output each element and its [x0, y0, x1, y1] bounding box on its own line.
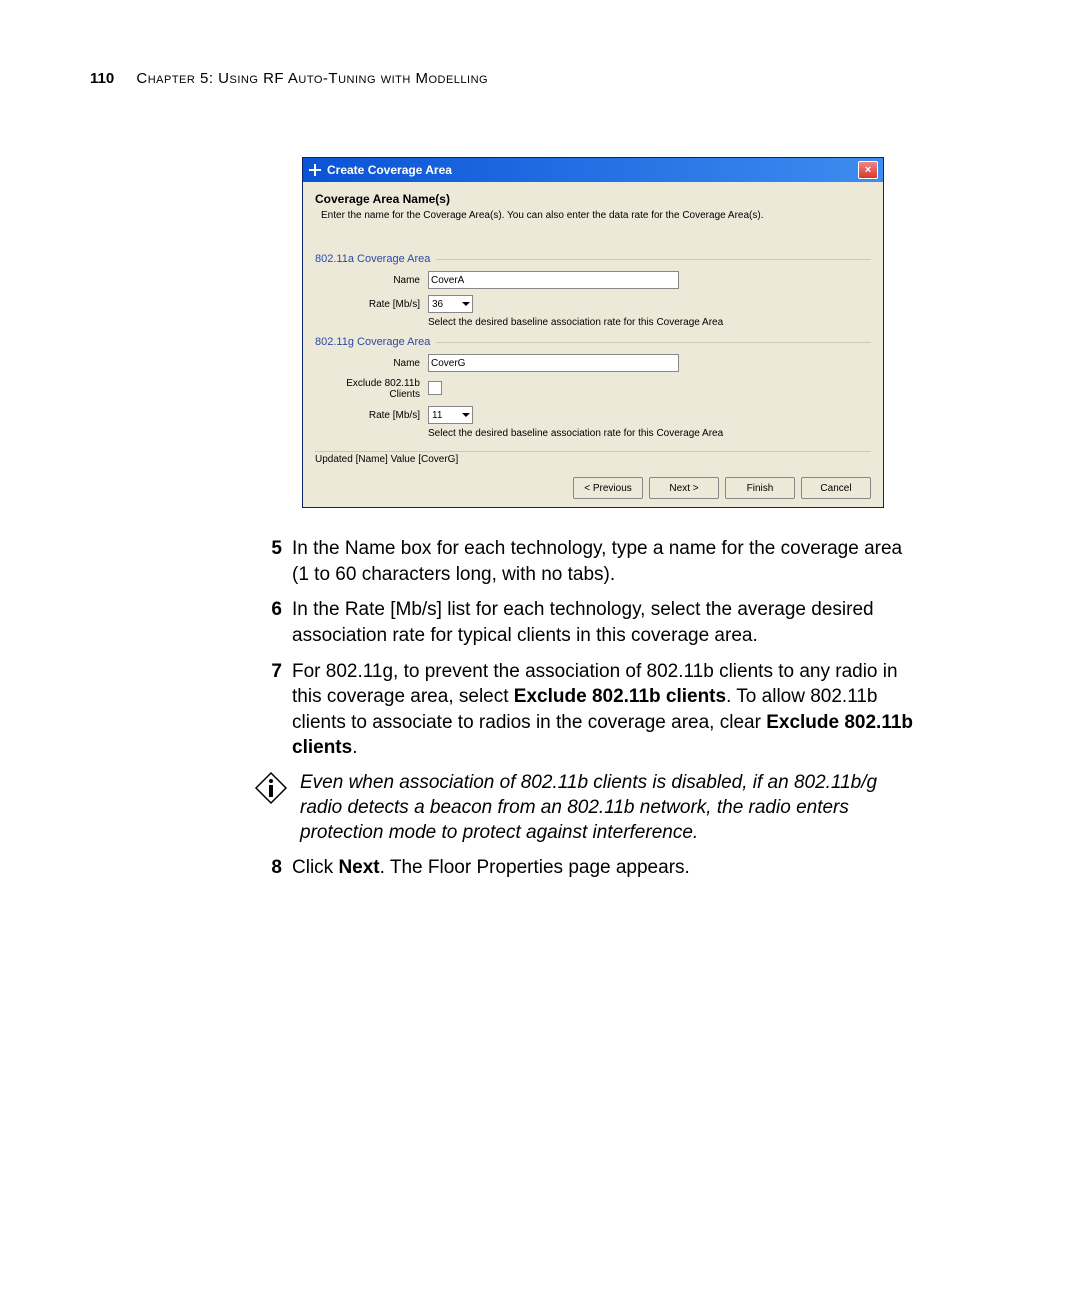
name-g-label: Name — [315, 358, 428, 369]
exclude-checkbox[interactable] — [428, 381, 442, 395]
close-button[interactable]: × — [858, 161, 878, 179]
section-description: Enter the name for the Coverage Area(s).… — [321, 210, 871, 221]
finish-button[interactable]: Finish — [725, 477, 795, 499]
step-7-bold-1: Exclude 802.11b clients — [514, 686, 726, 707]
info-icon — [254, 771, 288, 845]
step-7-part-c: . — [352, 737, 357, 758]
exclude-label: Exclude 802.11b Clients — [315, 378, 428, 400]
status-line: Updated [Name] Value [CoverG] — [315, 451, 871, 469]
cancel-button[interactable]: Cancel — [801, 477, 871, 499]
step-number: 7 — [254, 659, 282, 762]
rate-g-value: 11 — [432, 410, 442, 421]
next-button[interactable]: Next > — [649, 477, 719, 499]
rate-g-select[interactable]: 11 — [428, 406, 473, 424]
rate-a-help: Select the desired baseline association … — [428, 317, 871, 328]
step-number: 6 — [254, 597, 282, 648]
step-7-text: For 802.11g, to prevent the association … — [292, 659, 918, 762]
name-a-label: Name — [315, 275, 428, 286]
rate-a-select[interactable]: 36 — [428, 295, 473, 313]
step-6-text: In the Rate [Mb/s] list for each technol… — [292, 597, 918, 648]
rate-g-label: Rate [Mb/s] — [315, 410, 428, 421]
step-number: 8 — [254, 855, 282, 881]
step-5-text: In the Name box for each technology, typ… — [292, 536, 918, 587]
rate-a-value: 36 — [432, 299, 443, 310]
name-g-input[interactable] — [428, 354, 679, 372]
section-title: Coverage Area Name(s) — [315, 192, 871, 206]
dialog-title: Create Coverage Area — [327, 163, 858, 177]
chapter-title: Chapter 5: Using RF Auto-Tuning with Mod… — [136, 70, 488, 87]
rate-g-help: Select the desired baseline association … — [428, 428, 871, 439]
page-header: 110 Chapter 5: Using RF Auto-Tuning with… — [90, 70, 990, 87]
step-8-part-a: Click — [292, 857, 338, 878]
create-coverage-area-dialog: Create Coverage Area × Coverage Area Nam… — [302, 157, 884, 508]
name-a-input[interactable] — [428, 271, 679, 289]
app-icon — [308, 163, 322, 177]
close-icon: × — [865, 165, 871, 176]
rate-a-label: Rate [Mb/s] — [315, 299, 428, 310]
step-8-part-b: . The Floor Properties page appears. — [380, 857, 690, 878]
chevron-down-icon — [462, 413, 470, 417]
dialog-titlebar[interactable]: Create Coverage Area × — [303, 158, 883, 182]
group-g-legend: 802.11g Coverage Area — [315, 336, 871, 348]
group-g-legend-text: 802.11g Coverage Area — [315, 336, 436, 348]
dialog-button-bar: < Previous Next > Finish Cancel — [303, 473, 883, 507]
instructions-block: 5 In the Name box for each technology, t… — [254, 536, 918, 881]
previous-button[interactable]: < Previous — [573, 477, 643, 499]
chevron-down-icon — [462, 302, 470, 306]
group-a-legend: 802.11a Coverage Area — [315, 253, 871, 265]
note-text: Even when association of 802.11b clients… — [300, 771, 918, 845]
group-a-legend-text: 802.11a Coverage Area — [315, 253, 436, 265]
step-8-text: Click Next. The Floor Properties page ap… — [292, 855, 918, 881]
step-8-bold: Next — [338, 857, 379, 878]
page-number: 110 — [90, 70, 114, 87]
step-number: 5 — [254, 536, 282, 587]
